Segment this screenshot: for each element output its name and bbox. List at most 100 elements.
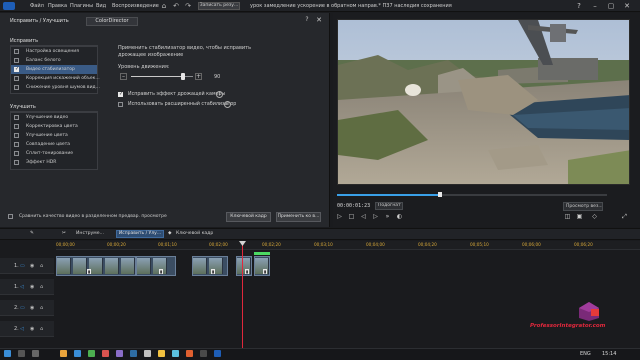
tools-icon[interactable]: ✂ xyxy=(62,230,66,238)
timeline-ruler[interactable] xyxy=(56,241,640,250)
enhance-item-split-toning[interactable]: Сплит-тонирование xyxy=(11,149,97,158)
checkbox[interactable] xyxy=(14,76,19,81)
checkbox[interactable] xyxy=(14,142,19,147)
colordirector-tab[interactable]: ColorDirector xyxy=(86,17,138,26)
app-icon[interactable] xyxy=(172,350,179,357)
app-icon[interactable] xyxy=(60,350,67,357)
redo-icon[interactable]: ↷ xyxy=(184,2,192,10)
checkbox[interactable] xyxy=(14,49,19,54)
app-icon[interactable] xyxy=(200,350,207,357)
play-icon[interactable]: ▷ xyxy=(335,212,344,221)
playhead[interactable] xyxy=(242,241,243,348)
enhance-item-color-match[interactable]: Совпадение цвета xyxy=(11,140,97,149)
visibility-icon[interactable]: ◉ xyxy=(30,263,35,269)
menu-file[interactable]: Файл xyxy=(30,3,44,9)
fix-item-lens-correction[interactable]: Коррекция искажений объек... xyxy=(11,74,100,83)
volume-icon[interactable]: ◐ xyxy=(395,212,404,221)
app-icon[interactable] xyxy=(144,350,151,357)
maximize-icon[interactable]: ▢ xyxy=(606,1,616,11)
option-advanced-stabilizer[interactable]: Использовать расширенный стабилизатор i xyxy=(118,101,236,109)
apply-to-all-button[interactable]: Применить ко в... xyxy=(276,212,321,222)
visibility-icon[interactable]: ◉ xyxy=(30,305,35,311)
menu-edit[interactable]: Правка xyxy=(48,3,67,9)
lock-icon[interactable]: ⌂ xyxy=(40,263,45,269)
app-icon[interactable] xyxy=(116,350,123,357)
taskview-icon[interactable] xyxy=(32,350,39,357)
info-icon[interactable]: i xyxy=(224,101,231,108)
video-clip[interactable]: ▮ xyxy=(136,256,176,276)
checkbox[interactable] xyxy=(118,102,123,107)
app-icon[interactable] xyxy=(88,350,95,357)
minimize-icon[interactable]: – xyxy=(590,1,600,11)
option-fix-shaky[interactable]: Исправить эффект дрожащей камеры i xyxy=(118,91,228,99)
app-icon[interactable] xyxy=(158,350,165,357)
search-icon[interactable] xyxy=(18,350,25,357)
home-icon[interactable]: ⌂ xyxy=(160,2,168,10)
pip-icon[interactable]: ▣ xyxy=(575,212,584,221)
enhance-item-color-adjust[interactable]: Корректировка цвета xyxy=(11,122,97,131)
menu-plugins[interactable]: Плагины xyxy=(70,3,93,9)
app-icon[interactable] xyxy=(214,350,221,357)
keyframe-button[interactable]: Ключевой кадр xyxy=(226,212,271,222)
checkbox[interactable] xyxy=(14,85,19,90)
prev-frame-icon[interactable]: ◁ xyxy=(359,212,368,221)
video-clip[interactable]: ▮ xyxy=(236,256,252,276)
app-icon[interactable] xyxy=(130,350,137,357)
help-icon[interactable]: ? xyxy=(303,16,311,24)
menu-playback[interactable]: Воспроизведение xyxy=(112,3,159,9)
fullscreen-icon[interactable]: ⤢ xyxy=(620,212,629,221)
close-icon[interactable]: ✕ xyxy=(315,16,323,24)
menu-view[interactable]: Вид xyxy=(96,3,106,9)
fast-forward-icon[interactable]: » xyxy=(383,212,392,221)
snapshot-icon[interactable]: ◫ xyxy=(563,212,572,221)
visibility-icon[interactable]: ◉ xyxy=(30,326,35,332)
enhance-item-video[interactable]: Улучшение видео xyxy=(11,113,97,122)
lock-icon[interactable]: ⌂ xyxy=(40,284,45,290)
timeline-fix-button[interactable]: Исправить / Улу... xyxy=(116,230,164,238)
video-clip[interactable]: ▮ xyxy=(192,256,228,276)
3d-icon[interactable]: ◇ xyxy=(590,212,599,221)
checkbox[interactable] xyxy=(14,151,19,156)
info-icon[interactable]: i xyxy=(216,91,223,98)
checkbox[interactable] xyxy=(14,124,19,129)
lock-icon[interactable]: ⌂ xyxy=(40,326,45,332)
stop-icon[interactable]: □ xyxy=(347,212,356,221)
keyframe-icon[interactable]: ◆ xyxy=(168,230,172,238)
tools-menu[interactable]: Инструме... xyxy=(76,230,104,238)
video-clip-selected[interactable]: ▮ xyxy=(254,256,270,276)
app-icon[interactable] xyxy=(102,350,109,357)
checkbox[interactable] xyxy=(14,58,19,63)
checkbox[interactable] xyxy=(14,133,19,138)
edit-icon[interactable]: ✎ xyxy=(30,230,34,238)
fix-item-stabilizer[interactable]: Видео стабилизатор xyxy=(11,65,97,74)
video-preview[interactable] xyxy=(337,19,630,185)
lock-icon[interactable]: ⌂ xyxy=(40,305,45,311)
checkbox[interactable] xyxy=(14,160,19,165)
fit-dropdown[interactable]: Подогнат xyxy=(375,202,403,210)
next-frame-icon[interactable]: ▷ xyxy=(371,212,380,221)
fix-item-lighting[interactable]: Настройка освещения xyxy=(11,47,97,56)
timeline-keyframe-button[interactable]: Ключевой кадр xyxy=(176,230,213,238)
preview-quality-dropdown[interactable]: Просмотр вез... xyxy=(563,202,603,211)
visibility-icon[interactable]: ◉ xyxy=(30,284,35,290)
enhance-item-color-enhance[interactable]: Улучшение цвета xyxy=(11,131,97,140)
app-icon[interactable] xyxy=(186,350,193,357)
slider-decrease-button[interactable]: – xyxy=(120,73,127,80)
scrub-handle[interactable] xyxy=(438,192,442,197)
render-button[interactable]: Записать резу... xyxy=(198,2,240,10)
close-window-icon[interactable]: ✕ xyxy=(622,1,632,11)
clock[interactable]: 15:14 xyxy=(602,351,616,357)
checkbox[interactable] xyxy=(14,115,19,120)
fix-item-denoise[interactable]: Снижение уровня шумов вид... xyxy=(11,83,100,92)
fix-item-white-balance[interactable]: Баланс белого xyxy=(11,56,97,65)
help-icon[interactable]: ? xyxy=(574,1,584,11)
language-indicator[interactable]: ENG xyxy=(580,351,591,357)
compare-checkbox[interactable] xyxy=(8,214,13,219)
checkbox[interactable] xyxy=(14,66,19,72)
enhance-item-hdr[interactable]: Эффект HDR xyxy=(11,158,97,167)
video-clip[interactable]: ▮ xyxy=(56,256,136,276)
app-icon[interactable] xyxy=(74,350,81,357)
motion-slider-handle[interactable] xyxy=(181,73,185,80)
slider-increase-button[interactable]: + xyxy=(195,73,202,80)
undo-icon[interactable]: ↶ xyxy=(172,2,180,10)
